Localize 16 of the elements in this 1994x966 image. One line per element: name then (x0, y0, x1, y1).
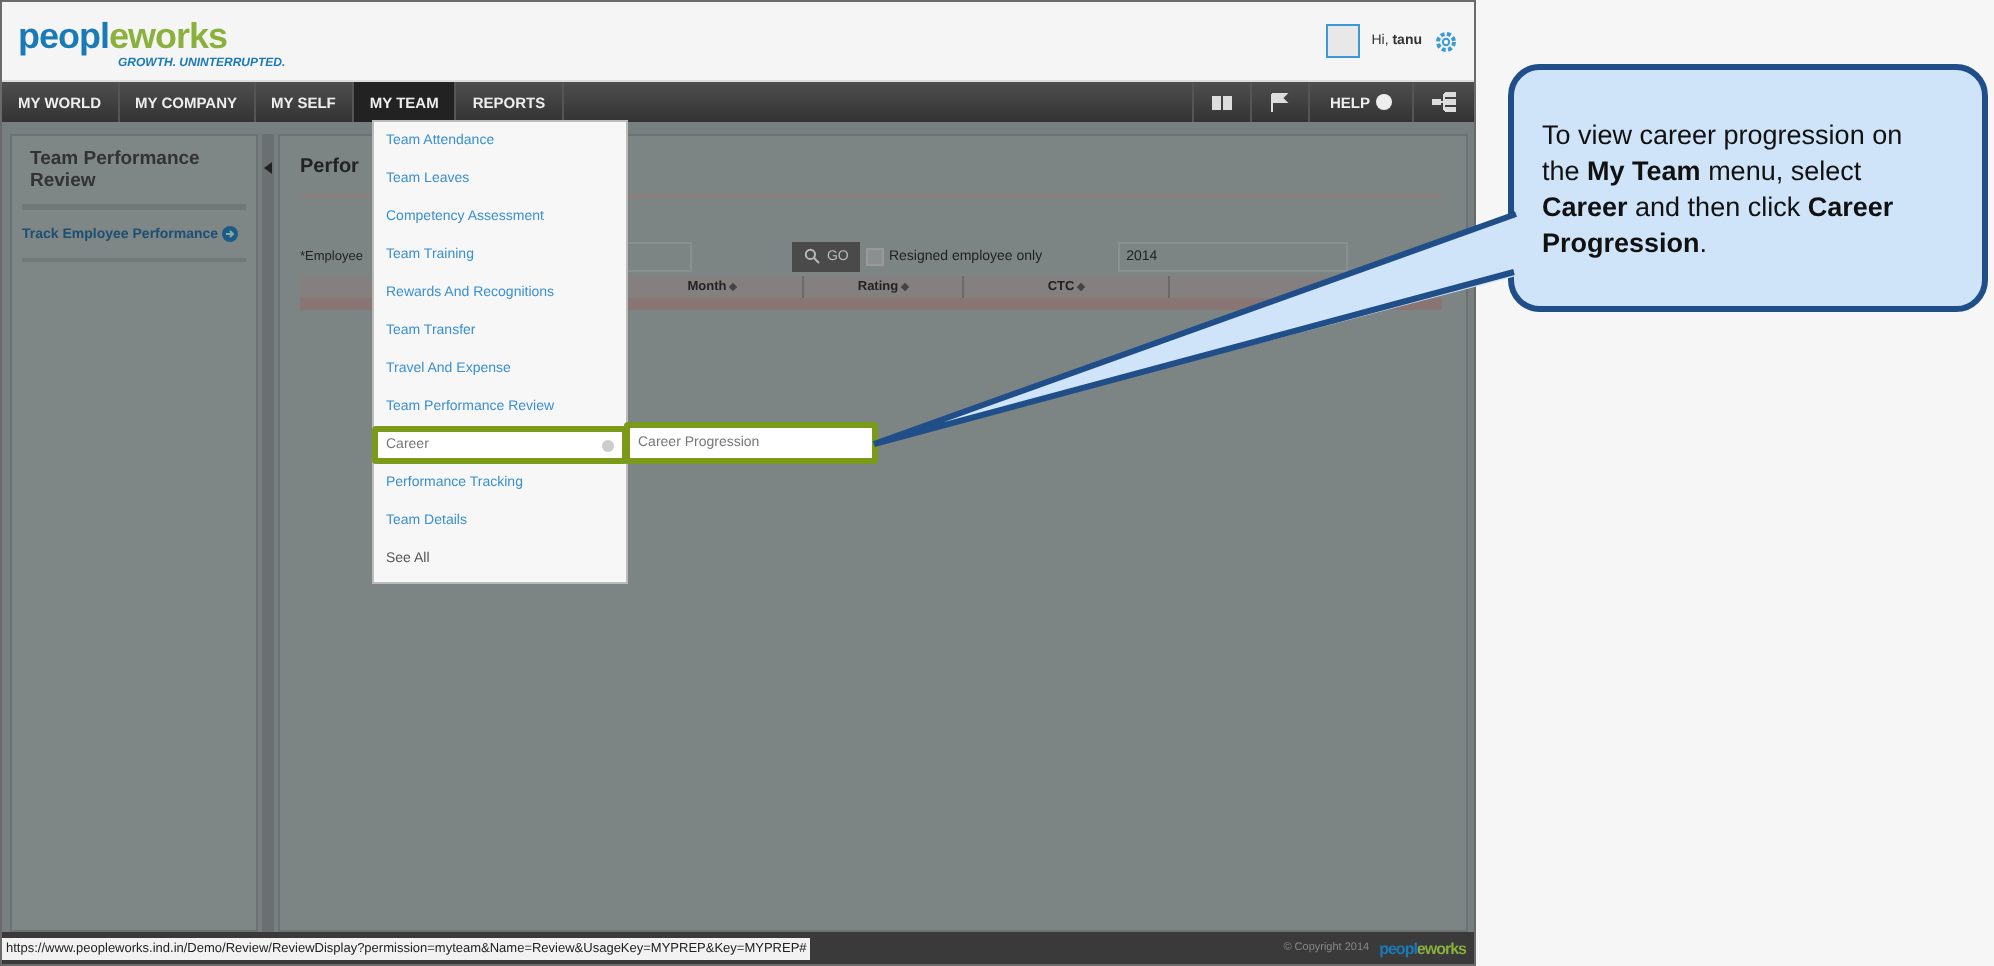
sitemap-icon[interactable] (1432, 92, 1456, 112)
sort-icon[interactable] (1077, 282, 1086, 292)
collapse-handle[interactable] (262, 134, 274, 932)
settings-icon[interactable] (1434, 29, 1458, 53)
avatar[interactable] (1325, 24, 1360, 58)
sort-icon[interactable] (729, 282, 738, 292)
collapse-icon[interactable] (264, 162, 272, 174)
search-icon (804, 248, 821, 264)
sort-icon[interactable] (901, 282, 910, 292)
flag-icon[interactable] (1269, 92, 1290, 112)
footer-logo: peopleworks (1379, 939, 1466, 957)
arrow-circle-icon (222, 226, 239, 242)
book-icon[interactable] (1211, 94, 1232, 110)
callout-text: To view career progression on the My Team menu, select Career and then click Career Progression. (1508, 64, 1988, 312)
sidebar-title: Team Performance Review (22, 148, 246, 210)
checkbox[interactable] (866, 247, 885, 265)
